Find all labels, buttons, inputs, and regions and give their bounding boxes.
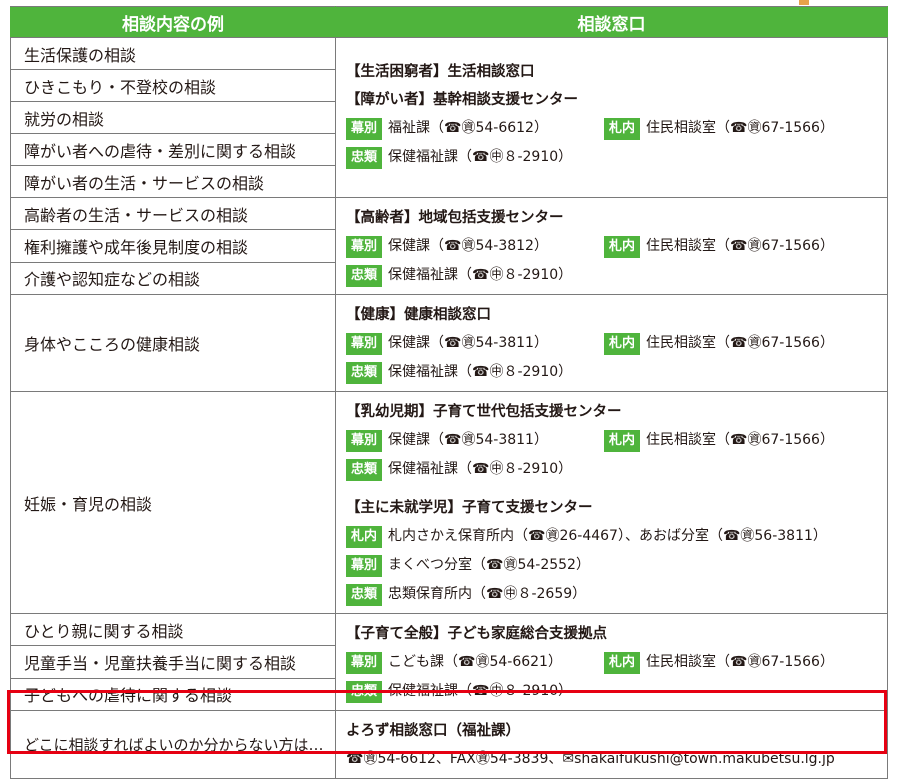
contact-text: 札内さかえ保育所内（☎㊮26-4467）、あおば分室（☎㊮56-3811）	[388, 528, 827, 544]
header-window: 相談窓口	[335, 6, 888, 38]
area-badge: 札内	[604, 651, 641, 674]
table-row: ひとり親に関する相談 【子育て全般】子ども家庭総合支援拠点 幕別 こども課（☎㊮5…	[10, 612, 888, 711]
example-item: 生活保護の相談	[10, 37, 336, 70]
area-badge: 幕別	[346, 651, 383, 674]
table-row: 妊娠・育児の相談 【乳幼児期】子育て世代包括支援センター 幕別 保健課（☎㊮54-…	[10, 391, 888, 614]
contact-line: 札内 札内さかえ保育所内（☎㊮26-4467）、あおば分室（☎㊮56-3811）	[346, 522, 887, 551]
area-badge: 忠類	[346, 583, 383, 606]
window-heading: 【障がい者】基幹相談支援センター	[346, 92, 578, 108]
example-item: 子どもへの虐待に関する相談	[10, 677, 336, 712]
example-item: 介護や認知症などの相談	[10, 261, 336, 296]
consultation-table: 相談内容の例 相談窓口 生活保護の相談 【生活困窮者】生活相談窓口 【障がい者】…	[10, 6, 888, 779]
window-cell: 【健康】健康相談窓口 幕別 保健課（☎㊮54-3811） 札内 住民相談室（☎㊮67…	[335, 294, 888, 392]
example-item: ひきこもり・不登校の相談	[10, 69, 336, 102]
contact-text: まくべつ分室（☎㊮54-2552）	[388, 557, 590, 573]
window-heading: 【健康】健康相談窓口	[346, 307, 491, 323]
contact-text: 保健福祉課（☎㊥８-2910）	[388, 267, 573, 283]
contact-line: 忠類 保健福祉課（☎㊥８-2910）	[346, 143, 887, 172]
area-badge: 札内	[346, 525, 383, 548]
contact-text: 保健課（☎㊮54-3812）	[388, 238, 548, 254]
area-badge: 幕別	[346, 332, 383, 355]
contact-text: 住民相談室（☎㊮67-1566）	[646, 335, 834, 351]
window-heading: 【子育て全般】子ども家庭総合支援拠点	[346, 626, 607, 642]
area-badge: 忠類	[346, 458, 383, 481]
window-cell: 【生活困窮者】生活相談窓口 【障がい者】基幹相談支援センター 幕別 福祉課（☎㊮5…	[335, 37, 888, 198]
contact-line: 忠類 保健福祉課（☎㊥８-2910）	[346, 261, 887, 290]
area-badge: 忠類	[346, 264, 383, 287]
window-heading: 【乳幼児期】子育て世代包括支援センター	[346, 404, 622, 420]
area-badge: 札内	[604, 235, 641, 258]
contact-line: 幕別 保健課（☎㊮54-3812） 札内 住民相談室（☎㊮67-1566）	[346, 232, 887, 261]
example-item: 高齢者の生活・サービスの相談	[10, 196, 336, 231]
decorative-mark	[799, 0, 809, 5]
table-row: 高齢者の生活・サービスの相談 【高齢者】地域包括支援センター 幕別 保健課（☎㊮5…	[10, 196, 888, 295]
area-badge: 忠類	[346, 146, 383, 169]
example-item: 権利擁護や成年後見制度の相談	[10, 229, 336, 263]
contact-text: 住民相談室（☎㊮67-1566）	[646, 120, 834, 136]
contact-line: 幕別 まくべつ分室（☎㊮54-2552）	[346, 551, 887, 580]
example-item: 障がい者への虐待・差別に関する相談	[10, 133, 336, 166]
contact-text: 忠類保育所内（☎㊥８-2659）	[388, 586, 587, 602]
window-cell: よろず相談窓口（福祉課） ☎㊮54-6612、FAX㊮54-3839、✉shak…	[335, 710, 888, 779]
header-examples: 相談内容の例	[10, 6, 336, 38]
example-item: 就労の相談	[10, 101, 336, 134]
window-heading: 【主に未就学児】子育て支援センター	[346, 500, 593, 516]
area-badge: 忠類	[346, 680, 383, 703]
contact-text: 保健福祉課（☎㊥８-2910）	[388, 364, 573, 380]
example-item: どこに相談すればよいのか分からない方は…	[10, 710, 336, 779]
area-badge: 幕別	[346, 235, 383, 258]
area-badge: 札内	[604, 117, 641, 140]
contact-text: 保健福祉課（☎㊥８-2910）	[388, 149, 573, 165]
window-cell: 【高齢者】地域包括支援センター 幕別 保健課（☎㊮54-3812） 札内 住民相談室…	[335, 197, 888, 295]
contact-text: 保健福祉課（☎㊥８-2910）	[388, 461, 573, 477]
table-row: 身体やこころの健康相談 【健康】健康相談窓口 幕別 保健課（☎㊮54-3811） …	[10, 294, 888, 392]
area-badge: 幕別	[346, 429, 383, 452]
contact-text: こども課（☎㊮54-6621）	[388, 654, 562, 670]
contact-text: 住民相談室（☎㊮67-1566）	[646, 432, 834, 448]
contact-line: 忠類 保健福祉課（☎㊥８-2910）	[346, 455, 887, 484]
example-item: 児童手当・児童扶養手当に関する相談	[10, 645, 336, 679]
window-cell: 【乳幼児期】子育て世代包括支援センター 幕別 保健課（☎㊮54-3811） 札内住…	[335, 391, 888, 614]
window-heading: よろず相談窓口（福祉課）	[346, 723, 520, 739]
contact-text: 住民相談室（☎㊮67-1566）	[646, 654, 834, 670]
contact-line: 幕別 こども課（☎㊮54-6621） 札内 住民相談室（☎㊮67-1566）	[346, 648, 887, 677]
contact-text: 保健福祉課（☎㊥８-2910）	[388, 683, 573, 699]
contact-line: 幕別 福祉課（☎㊮54-6612） 札内 住民相談室（☎㊮67-1566）	[346, 114, 887, 143]
contact-line: 忠類 保健福祉課（☎㊥８-2910）	[346, 358, 887, 387]
example-item: 障がい者の生活・サービスの相談	[10, 165, 336, 198]
area-badge: 札内	[604, 332, 641, 355]
contact-text: 保健課（☎㊮54-3811）	[388, 432, 548, 448]
example-item: 身体やこころの健康相談	[10, 294, 336, 392]
contact-text: 住民相談室（☎㊮67-1566）	[646, 238, 834, 254]
contact-text: 保健課（☎㊮54-3811）	[388, 335, 548, 351]
contact-line: 忠類 保健福祉課（☎㊥８-2910）	[346, 677, 887, 706]
area-badge: 忠類	[346, 361, 383, 384]
general-contact: ☎㊮54-6612、FAX㊮54-3839、✉shakaifukushi@tow…	[346, 751, 835, 767]
contact-line: 幕別 保健課（☎㊮54-3811） 札内 住民相談室（☎㊮67-1566）	[346, 329, 887, 358]
contact-text: 福祉課（☎㊮54-6612）	[388, 120, 548, 136]
area-badge: 幕別	[346, 554, 383, 577]
table-row: どこに相談すればよいのか分からない方は… よろず相談窓口（福祉課） ☎㊮54-6…	[10, 710, 888, 779]
contact-line: 幕別 保健課（☎㊮54-3811） 札内 住民相談室（☎㊮67-1566）	[346, 426, 887, 455]
contact-line: 忠類 忠類保育所内（☎㊥８-2659）	[346, 580, 887, 609]
window-heading: 【生活困窮者】生活相談窓口	[346, 64, 535, 80]
window-heading: 【高齢者】地域包括支援センター	[346, 210, 564, 226]
area-badge: 札内	[604, 429, 641, 452]
table-header-row: 相談内容の例 相談窓口	[10, 6, 888, 38]
example-item: ひとり親に関する相談	[10, 612, 336, 647]
table-row: 生活保護の相談 【生活困窮者】生活相談窓口 【障がい者】基幹相談支援センター 幕…	[10, 37, 888, 198]
window-cell: 【子育て全般】子ども家庭総合支援拠点 幕別 こども課（☎㊮54-6621） 札内住…	[335, 613, 888, 711]
area-badge: 幕別	[346, 117, 383, 140]
example-item: 妊娠・育児の相談	[10, 391, 336, 614]
